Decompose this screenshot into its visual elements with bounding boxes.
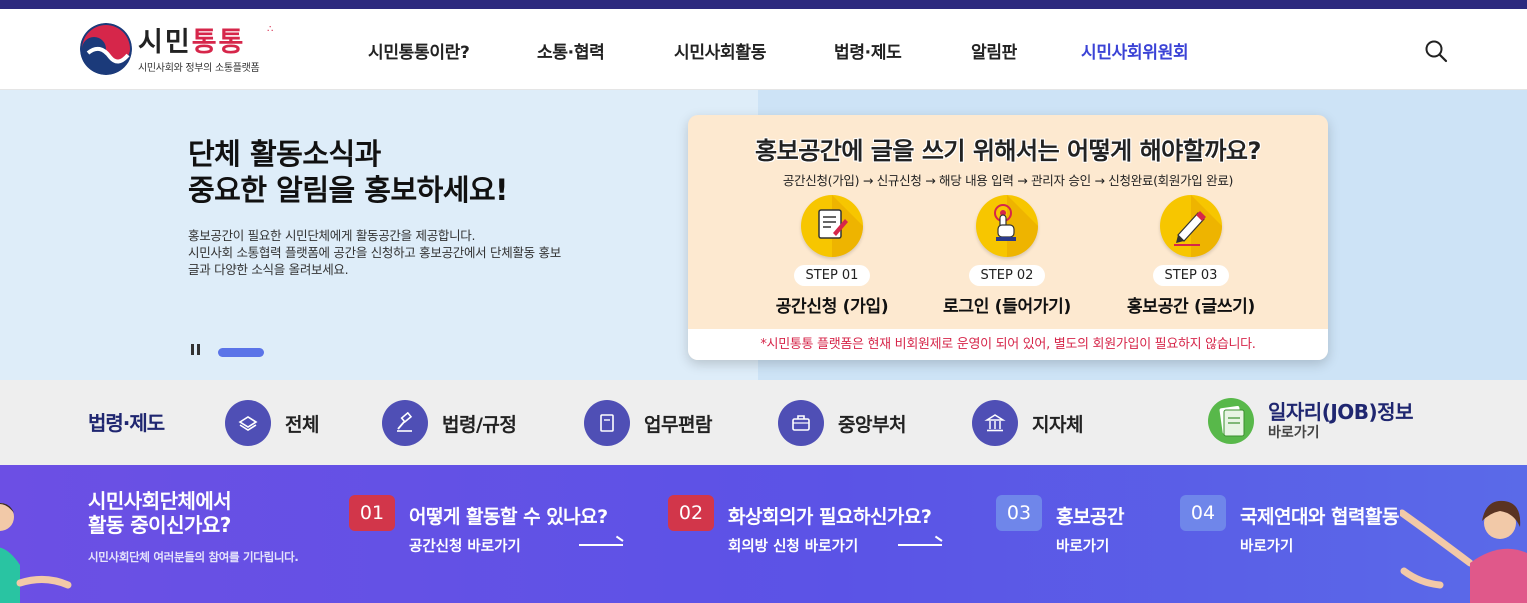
law-section-title: 법령·제도 [88,411,165,435]
law-link-regulation[interactable]: 법령/규정 [382,400,517,446]
step-badge: STEP 03 [1152,265,1230,286]
cta-heading: 국제연대와 협력활동 [1240,506,1399,528]
cta-link: 바로가기 [1056,539,1110,555]
briefcase-icon [778,400,824,446]
step-name: 공간신청 (가입) [775,297,889,317]
step-name: 로그인 (들어가기) [943,297,1071,317]
hero-description: 홍보공간이 필요한 시민단체에게 활동공간을 제공합니다. 시민사회 소통협력 … [188,228,561,277]
cta-number: 03 [996,495,1042,531]
slider-indicator[interactable] [218,348,264,357]
cta-heading: 화상회의가 필요하신가요? [728,506,932,528]
slider-pause-icon[interactable] [191,344,203,358]
cta-link: 바로가기 [1240,539,1294,555]
cta-link: 회의방 신청 바로가기 [728,539,859,555]
step-badge: STEP 02 [968,265,1046,286]
civil-cta-section: 시민사회단체에서 활동 중이신가요? 시민사회단체 여러분들의 참여를 기다립니… [0,465,1527,603]
search-icon[interactable] [1424,39,1448,63]
nav-item-communication[interactable]: 소통·협력 [537,38,605,63]
step-2[interactable]: STEP 02 로그인 (들어가기) [922,195,1092,317]
job-title: 일자리(JOB)정보 [1268,400,1413,424]
cta-heading: 어떻게 활동할 수 있나요? [409,506,608,528]
taegeuk-logo-icon [80,23,132,75]
person-illustration-left [0,503,72,603]
law-link-label: 지자체 [1032,413,1083,436]
site-logo[interactable]: 시민통통 ∴ 시민사회와 정부의 소통플랫폼 [80,23,273,75]
law-link-local-gov[interactable]: 지자체 [972,400,1083,446]
nav-item-notice[interactable]: 알림판 [971,38,1017,63]
job-shortcut: 바로가기 [1268,425,1320,441]
law-link-label: 법령/규정 [442,413,517,436]
stack-icon [225,400,271,446]
cta-number: 04 [1180,495,1226,531]
logo-title-plain: 시민 [138,27,192,58]
touch-hand-icon [976,195,1038,257]
document-pen-icon [801,195,863,257]
law-link-all[interactable]: 전체 [225,400,319,446]
law-link-ministry[interactable]: 중앙부처 [778,400,906,446]
arrow-right-icon [898,544,942,546]
cta-link: 공간신청 바로가기 [409,539,521,555]
logo-sparkle-icon: ∴ [267,24,274,35]
hero-banner: 단체 활동소식과 중요한 알림을 홍보하세요! 홍보공간이 필요한 시민단체에게… [0,90,1527,380]
arrow-right-icon [579,544,623,546]
cta-number: 01 [349,495,395,531]
site-header: 시민통통 ∴ 시민사회와 정부의 소통플랫폼 시민통통이란? 소통·협력 시민사… [0,9,1527,90]
law-link-label: 중앙부처 [838,413,906,436]
building-icon [972,400,1018,446]
step-3[interactable]: STEP 03 홍보공간 (글쓰기) [1106,195,1276,317]
law-link-label: 전체 [285,413,319,436]
promo-note: *시민통통 플랫폼은 현재 비회원제로 운영이 되어 있어, 별도의 회원가입이… [688,329,1328,360]
logo-title-red: 통통 [191,27,246,58]
nav-item-committee[interactable]: 시민사회위원회 [1081,38,1189,63]
step-name: 홍보공간 (글쓰기) [1127,297,1255,317]
nav-item-civil-activity[interactable]: 시민사회활동 [674,38,766,63]
top-utility-bar [0,0,1527,9]
logo-subtitle: 시민사회와 정부의 소통플랫폼 [138,63,260,74]
job-document-icon [1208,398,1254,444]
nav-item-law[interactable]: 법령·제도 [834,38,902,63]
law-link-manual[interactable]: 업무편람 [584,400,712,446]
promo-guide-card: 홍보공간에 글을 쓰기 위해서는 어떻게 해야할까요? 공간신청(가입) → 신… [688,115,1328,360]
cta-title: 시민사회단체에서 활동 중이신가요? [88,489,232,537]
step-badge: STEP 01 [793,265,871,286]
promo-flow: 공간신청(가입) → 신규신청 → 해당 내용 입력 → 관리자 승인 → 신청… [782,173,1234,188]
job-info-link[interactable]: 일자리(JOB)정보 바로가기 [1208,398,1413,444]
manual-icon [584,400,630,446]
cta-heading: 홍보공간 [1056,506,1124,528]
step-1[interactable]: STEP 01 공간신청 (가입) [747,195,917,317]
pencil-icon [1160,195,1222,257]
promo-title: 홍보공간에 글을 쓰기 위해서는 어떻게 해야할까요? [755,137,1261,165]
law-quicklinks: 법령·제도 전체 법령/규정 업무편람 중앙부처 지자체 일자리(JOB)정보 … [0,380,1527,465]
person-illustration-right [1400,500,1527,603]
gavel-icon [382,400,428,446]
cta-number: 02 [668,495,714,531]
nav-item-about[interactable]: 시민통통이란? [368,38,470,63]
cta-subtitle: 시민사회단체 여러분들의 참여를 기다립니다. [88,550,299,564]
law-link-label: 업무편람 [644,413,712,436]
hero-title: 단체 활동소식과 중요한 알림을 홍보하세요! [188,137,508,207]
